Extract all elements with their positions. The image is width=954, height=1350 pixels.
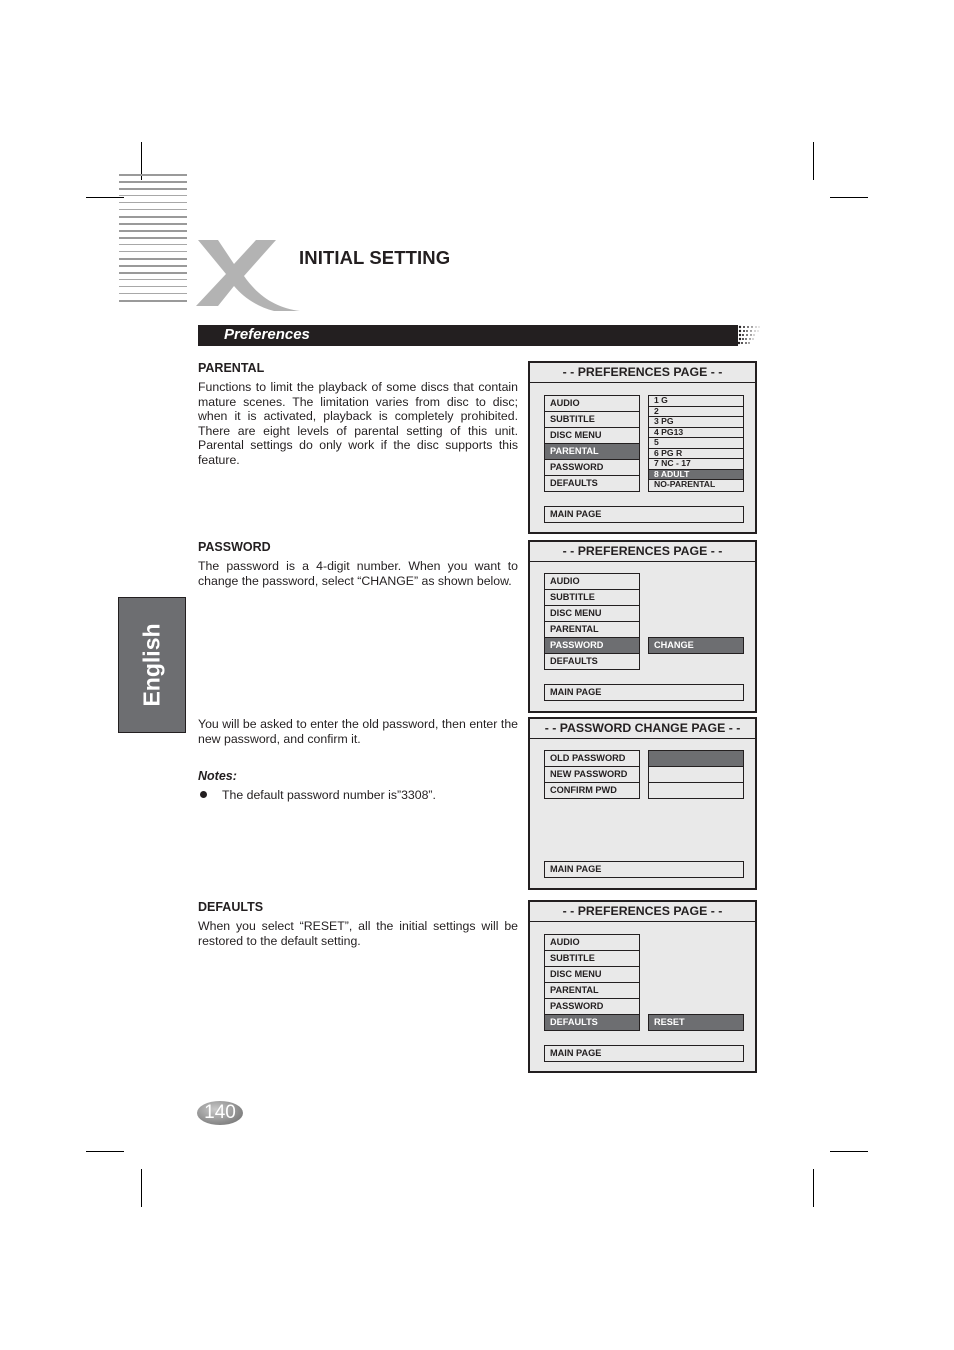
parental-option[interactable]: 2	[649, 407, 743, 417]
osd-main-page-button[interactable]: MAIN PAGE	[544, 684, 744, 701]
osd-menu-item-disc-menu[interactable]: DISC MENU	[545, 428, 639, 444]
page-title: INITIAL SETTING	[299, 247, 451, 268]
parental-option[interactable]: 1 G	[649, 396, 743, 407]
osd-menu: AUDIO SUBTITLE DISC MENU PARENTAL PASSWO…	[544, 934, 640, 1031]
osd-menu-item-subtitle[interactable]: SUBTITLE	[545, 590, 639, 606]
osd-menu-item-audio[interactable]: AUDIO	[545, 396, 639, 412]
parental-heading: PARENTAL	[198, 361, 265, 375]
parental-option[interactable]: 5	[649, 438, 743, 449]
osd-title: - - PASSWORD CHANGE PAGE - -	[530, 719, 755, 739]
crop-mark	[830, 197, 868, 198]
osd-main-page-button[interactable]: MAIN PAGE	[544, 506, 744, 523]
new-password-input[interactable]	[649, 767, 743, 783]
old-password-label: OLD PASSWORD	[545, 751, 639, 767]
parental-option[interactable]: 6 PG R	[649, 449, 743, 459]
osd-title: - - PREFERENCES PAGE - -	[530, 542, 755, 562]
osd-menu-item-audio[interactable]: AUDIO	[545, 574, 639, 590]
old-password-input[interactable]	[649, 751, 743, 767]
osd-preferences-defaults: - - PREFERENCES PAGE - - AUDIO SUBTITLE …	[528, 900, 757, 1073]
osd-menu-item-parental[interactable]: PARENTAL	[545, 983, 639, 999]
crop-mark	[830, 1151, 868, 1152]
osd-menu-item-parental[interactable]: PARENTAL	[545, 444, 639, 460]
crop-mark	[813, 1169, 814, 1207]
password-fields	[648, 750, 744, 799]
parental-level-list: 1 G 2 3 PG 4 PG13 5 6 PG R 7 NC - 17 8 A…	[648, 395, 744, 492]
osd-menu-item-defaults[interactable]: DEFAULTS	[545, 476, 639, 491]
osd-menu: AUDIO SUBTITLE DISC MENU PARENTAL PASSWO…	[544, 395, 640, 492]
crop-mark	[86, 1151, 124, 1152]
new-password-label: NEW PASSWORD	[545, 767, 639, 783]
osd-menu-item-disc-menu[interactable]: DISC MENU	[545, 606, 639, 622]
decorative-stripes	[119, 174, 187, 312]
osd-password-change: - - PASSWORD CHANGE PAGE - - OLD PASSWOR…	[528, 717, 757, 890]
osd-menu-item-subtitle[interactable]: SUBTITLE	[545, 951, 639, 967]
osd-title: - - PREFERENCES PAGE - -	[530, 363, 755, 383]
bullet-icon	[200, 791, 207, 798]
osd-menu-item-audio[interactable]: AUDIO	[545, 935, 639, 951]
crop-mark	[141, 1169, 142, 1207]
section-banner-label: Preferences	[224, 326, 310, 343]
osd-menu-item-defaults[interactable]: DEFAULTS	[545, 1015, 639, 1030]
osd-menu-item-disc-menu[interactable]: DISC MENU	[545, 967, 639, 983]
osd-change-option[interactable]: CHANGE	[648, 637, 744, 654]
confirm-password-label: CONFIRM PWD	[550, 785, 617, 795]
parental-option-selected[interactable]: 8 ADULT	[649, 469, 743, 480]
page-number: 140	[197, 1101, 243, 1125]
osd-menu-item-subtitle[interactable]: SUBTITLE	[545, 412, 639, 428]
osd-preferences-password: - - PREFERENCES PAGE - - AUDIO SUBTITLE …	[528, 540, 757, 713]
crop-mark	[813, 142, 814, 180]
confirm-password-input[interactable]	[649, 783, 743, 798]
osd-menu-item-parental[interactable]: PARENTAL	[545, 622, 639, 638]
osd-preferences-parental: - - PREFERENCES PAGE - - AUDIO SUBTITLE …	[528, 361, 757, 534]
password-body: The password is a 4-digit number. When y…	[198, 559, 518, 588]
parental-option[interactable]: 3 PG	[649, 417, 743, 428]
parental-body: Functions to limit the playback of some …	[198, 380, 518, 467]
osd-menu: AUDIO SUBTITLE DISC MENU PARENTAL PASSWO…	[544, 573, 640, 670]
defaults-body: When you select “RESET”, all the initial…	[198, 919, 518, 948]
osd-menu-item-password[interactable]: PASSWORD	[545, 638, 639, 654]
note-text: The default password number is”3308”.	[222, 788, 436, 802]
osd-menu-item-password[interactable]: PASSWORD	[545, 999, 639, 1015]
osd-main-page-button[interactable]: MAIN PAGE	[544, 861, 744, 878]
parental-option[interactable]: 4 PG13	[649, 428, 743, 438]
x-logo-icon	[196, 240, 300, 311]
parental-option[interactable]: 7 NC - 17	[649, 459, 743, 470]
language-tab-label: English	[138, 623, 165, 707]
password-heading: PASSWORD	[198, 540, 271, 554]
password-body-2: You will be asked to enter the old passw…	[198, 717, 518, 746]
osd-main-page-button[interactable]: MAIN PAGE	[544, 1045, 744, 1062]
parental-option[interactable]: NO-PARENTAL	[649, 480, 743, 491]
notes-heading: Notes:	[198, 769, 237, 783]
note-item: The default password number is”3308”.	[198, 788, 436, 802]
osd-title: - - PREFERENCES PAGE - -	[530, 902, 755, 922]
halftone-fade-icon	[732, 325, 760, 346]
osd-reset-option[interactable]: RESET	[648, 1014, 744, 1031]
password-field-labels: OLD PASSWORD NEW PASSWORD CONFIRM PWD	[544, 750, 640, 799]
language-tab: English	[118, 597, 186, 733]
osd-menu-item-defaults[interactable]: DEFAULTS	[545, 654, 639, 669]
osd-menu-item-password[interactable]: PASSWORD	[545, 460, 639, 476]
section-banner: Preferences	[198, 325, 738, 346]
defaults-heading: DEFAULTS	[198, 900, 264, 914]
